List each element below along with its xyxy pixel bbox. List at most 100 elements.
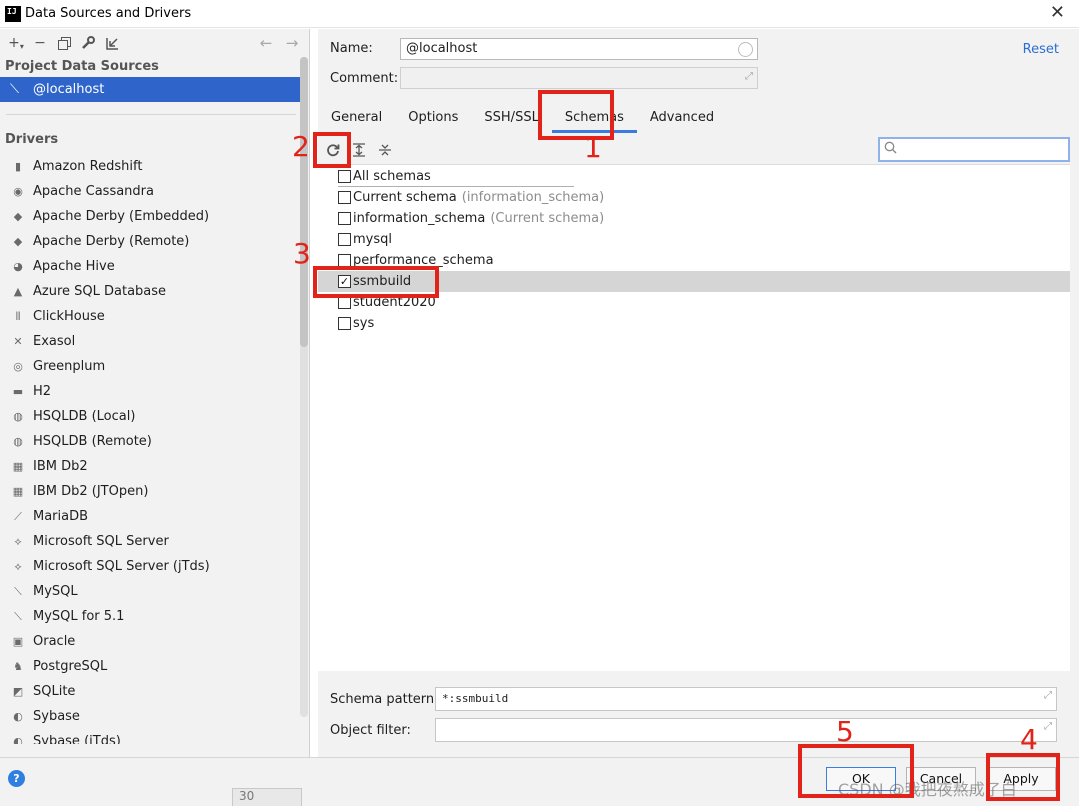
- driver-item[interactable]: ✕ Exasol: [0, 329, 309, 354]
- scrollbar-thumb[interactable]: [300, 57, 308, 347]
- comment-input[interactable]: ⤢: [400, 67, 758, 89]
- driver-label: MariaDB: [33, 509, 89, 524]
- driver-label: Greenplum: [33, 359, 106, 374]
- collapse-all-icon[interactable]: [375, 140, 395, 160]
- expand-icon[interactable]: ⤢: [745, 71, 753, 82]
- driver-item[interactable]: ⟡ Microsoft SQL Server: [0, 529, 309, 554]
- name-input[interactable]: @localhost: [400, 38, 758, 60]
- driver-item[interactable]: ▮ Amazon Redshift: [0, 154, 309, 179]
- driver-item[interactable]: ⟡ Microsoft SQL Server (jTds): [0, 554, 309, 579]
- driver-item[interactable]: ◐ Sybase (jTds): [0, 729, 309, 744]
- driver-icon: ◐: [13, 735, 23, 744]
- driver-item[interactable]: ⟍ MySQL for 5.1: [0, 604, 309, 629]
- driver-icon: ▦: [12, 460, 24, 473]
- expand-icon[interactable]: ⤢: [1044, 690, 1052, 701]
- driver-item[interactable]: ⟋ MariaDB: [0, 504, 309, 529]
- annotation-label-5: 5: [836, 715, 854, 748]
- driver-item[interactable]: ◐ Sybase: [0, 704, 309, 729]
- driver-label: Microsoft SQL Server: [33, 534, 169, 549]
- driver-item[interactable]: ▲ Azure SQL Database: [0, 279, 309, 304]
- driver-icon: ⦀: [15, 309, 21, 323]
- schema-checkbox[interactable]: [338, 233, 351, 246]
- divider: [6, 114, 296, 115]
- schema-checkbox[interactable]: [338, 170, 351, 183]
- help-icon[interactable]: ?: [8, 770, 25, 787]
- driver-label: Exasol: [33, 334, 76, 349]
- driver-item[interactable]: ▬ H2: [0, 379, 309, 404]
- driver-item[interactable]: ◆ Apache Derby (Remote): [0, 229, 309, 254]
- driver-item[interactable]: ◩ SQLite: [0, 679, 309, 704]
- expand-icon[interactable]: ⤢: [1044, 721, 1052, 732]
- close-icon[interactable]: ✕: [1050, 4, 1065, 22]
- schema-checkbox[interactable]: [338, 212, 351, 225]
- schema-name: sys: [353, 316, 375, 331]
- tab-general[interactable]: General: [318, 105, 395, 133]
- schema-checkbox[interactable]: [338, 191, 351, 204]
- schema-pattern-input[interactable]: *:ssmbuild ⤢: [435, 687, 1057, 711]
- driver-icon: ✕: [13, 335, 23, 348]
- object-filter-label: Object filter:: [330, 723, 411, 738]
- annotation-box-1: [538, 90, 614, 140]
- driver-label: IBM Db2 (JTOpen): [33, 484, 149, 499]
- driver-icon: ♞: [13, 660, 23, 673]
- driver-item[interactable]: ◍ HSQLDB (Remote): [0, 429, 309, 454]
- driver-item[interactable]: ◉ Apache Cassandra: [0, 179, 309, 204]
- driver-item[interactable]: ⟍ MySQL: [0, 579, 309, 604]
- driver-item[interactable]: ◍ HSQLDB (Local): [0, 404, 309, 429]
- annotation-box-3: [313, 266, 439, 298]
- data-source-localhost[interactable]: ⟍ @localhost: [0, 77, 303, 102]
- driver-item[interactable]: ⦀ ClickHouse: [0, 304, 309, 329]
- driver-item[interactable]: ◎ Greenplum: [0, 354, 309, 379]
- driver-item[interactable]: ♞ PostgreSQL: [0, 654, 309, 679]
- driver-icon: ⟡: [14, 559, 22, 573]
- mysql-dolphin-icon: ⟍: [10, 82, 20, 97]
- driver-icon: ⟋: [14, 509, 22, 523]
- driver-icon: ⟍: [14, 584, 22, 598]
- reset-link[interactable]: Reset: [1023, 42, 1059, 57]
- search-icon: [884, 141, 897, 158]
- remove-icon[interactable]: −: [28, 32, 52, 54]
- forward-arrow-icon[interactable]: →: [279, 32, 305, 54]
- driver-label: Azure SQL Database: [33, 284, 167, 299]
- driver-item[interactable]: ▦ IBM Db2 (JTOpen): [0, 479, 309, 504]
- duplicate-icon[interactable]: [52, 32, 76, 54]
- window-title: Data Sources and Drivers: [25, 6, 192, 21]
- tab-options[interactable]: Options: [395, 105, 471, 133]
- import-icon[interactable]: [100, 32, 124, 54]
- back-arrow-icon[interactable]: ←: [253, 32, 279, 54]
- schema-search-box[interactable]: [878, 137, 1070, 162]
- driver-label: Sybase (jTds): [33, 734, 121, 744]
- expand-all-icon[interactable]: [349, 140, 369, 160]
- driver-label: Oracle: [33, 634, 76, 649]
- driver-item[interactable]: ▦ IBM Db2: [0, 454, 309, 479]
- color-circle-icon[interactable]: [738, 42, 753, 57]
- driver-label: ClickHouse: [33, 309, 105, 324]
- add-icon[interactable]: + ▾: [4, 32, 28, 54]
- schema-name: All schemas: [353, 169, 431, 184]
- annotation-label-2: 2: [292, 130, 310, 163]
- schema-search-input[interactable]: [901, 142, 1051, 157]
- tab-bar: General Options SSH/SSL Schemas Advanced: [318, 105, 727, 133]
- driver-item[interactable]: ▣ Oracle: [0, 629, 309, 654]
- driver-item[interactable]: ◕ Apache Hive: [0, 254, 309, 279]
- wrench-icon[interactable]: [76, 32, 100, 54]
- schema-row[interactable]: All schemas: [318, 166, 1070, 187]
- schema-row[interactable]: mysql: [318, 229, 1070, 250]
- schema-note: (information_schema): [461, 190, 605, 205]
- intellij-icon: IJ: [5, 5, 21, 22]
- tab-advanced[interactable]: Advanced: [637, 105, 727, 133]
- driver-icon: ◉: [13, 185, 23, 198]
- schema-row[interactable]: sys: [318, 313, 1070, 334]
- schema-name: mysql: [353, 232, 392, 247]
- driver-label: Amazon Redshift: [33, 159, 143, 174]
- driver-icon: ◍: [13, 410, 23, 423]
- drivers-title: Drivers: [5, 132, 59, 147]
- nav-arrows: ← →: [253, 32, 305, 54]
- object-filter-input[interactable]: ⤢: [435, 718, 1057, 742]
- driver-item[interactable]: ◆ Apache Derby (Embedded): [0, 204, 309, 229]
- schema-checkbox[interactable]: [338, 317, 351, 330]
- schema-row[interactable]: Current schema (information_schema): [318, 187, 1070, 208]
- schema-row[interactable]: information_schema (Current schema): [318, 208, 1070, 229]
- driver-label: MySQL: [33, 584, 78, 599]
- driver-label: Sybase: [33, 709, 80, 724]
